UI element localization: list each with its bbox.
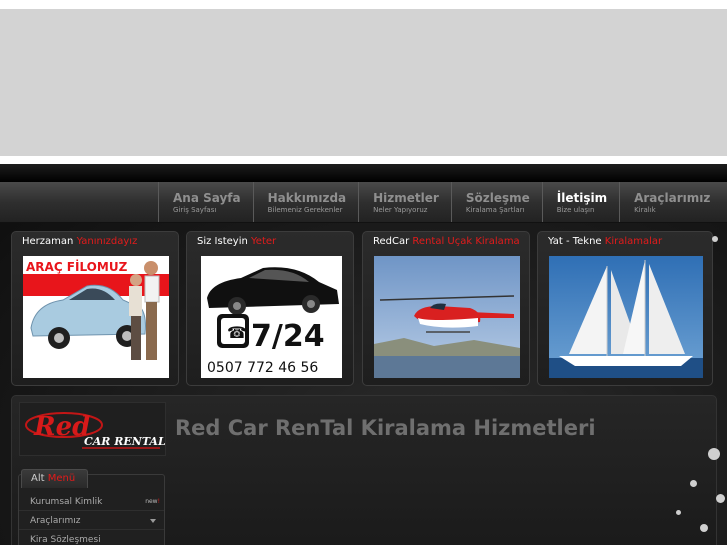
box-title-white: Herzaman (22, 236, 74, 247)
box-title-white: Siz Isteyin (197, 236, 248, 247)
decorative-splatter (676, 510, 681, 515)
decorative-splatter (690, 480, 697, 487)
top-strip (0, 164, 727, 182)
new-badge-text: new (145, 498, 158, 505)
menu-item-label: Kira Sözleşmesi (30, 535, 101, 545)
fleet-car-illustration: ARAÇ FİLOMUZ (23, 256, 169, 378)
nav-item-hizmetler[interactable]: Hizmetler Neler Yapıyoruz (358, 182, 451, 222)
fleet-image[interactable]: ARAÇ FİLOMUZ (23, 256, 169, 378)
nav-item-hakkimizda[interactable]: Hakkımızda Bilemeniz Gerekenler (252, 182, 359, 222)
nav-title: Ana Sayfa (173, 191, 241, 205)
menu-item-kira-sozlesmesi[interactable]: Kira Sözleşmesi (19, 531, 164, 545)
box-title-red: Rental Uçak Kiralama (412, 236, 520, 247)
feature-box-aircraft: RedCar Rental Uçak Kiralama (362, 231, 530, 386)
box-title-red: Kiralamalar (604, 236, 663, 247)
box-title-white: RedCar (373, 236, 410, 247)
menu-item-label: Araçlarımız (30, 516, 81, 526)
new-badge: new! (145, 493, 160, 511)
decorative-splatter (716, 494, 725, 503)
feature-box-yacht: Yat - Tekne Kiralamalar (537, 231, 713, 386)
sailboat-photo (549, 256, 703, 378)
box-title-white: Yat - Tekne (548, 236, 602, 247)
nav-subtitle: Giriş Sayfası (173, 206, 217, 214)
sub-menu-tab-red: Menü (47, 473, 76, 484)
nav-subtitle: Bilemeniz Gerekenler (267, 206, 343, 214)
nav-item-araclarimiz[interactable]: Araçlarımız Kiralık (619, 182, 722, 222)
aircraft-rental-image[interactable] (374, 256, 520, 378)
page-headline: Red Car RenTal Kiralama Hizmetleri (175, 416, 596, 440)
nav-item-ana-sayfa[interactable]: Ana Sayfa Giriş Sayfası (158, 182, 253, 222)
nav-item-iletisim[interactable]: İletişim Bize ulaşın (541, 182, 619, 222)
feature-box-24-7: Siz Isteyin Yeter ☎ 7/24 0507 772 46 56 (186, 231, 354, 386)
nav-subtitle: Kiralık (634, 206, 656, 214)
sub-menu-tab: Alt Menü (21, 469, 89, 488)
box-title: Yat - Tekne Kiralamalar (548, 236, 662, 247)
box-title: Siz Isteyin Yeter (197, 236, 276, 247)
decorative-splatter (712, 236, 718, 242)
nav-subtitle: Bize ulaşın (556, 206, 595, 214)
box-title-red: Yeter (251, 236, 277, 247)
menu-item-kurumsal-kimlik[interactable]: Kurumsal Kimlik new! (19, 493, 164, 511)
yacht-rental-image[interactable] (549, 256, 703, 378)
sub-menu: Alt Menü Kurumsal Kimlik new! Araçlarımı… (18, 469, 165, 545)
nav-subtitle: Kiralama Şartları (465, 206, 525, 214)
feature-box-fleet: Herzaman Yanınızdayız ARAÇ FİLOMUZ (11, 231, 179, 386)
new-badge-mark: ! (157, 498, 160, 505)
nav-title: İletişim (556, 191, 608, 205)
nav-title: Hakkımızda (267, 191, 347, 205)
site-logo[interactable]: Red CAR RENTAL (19, 402, 166, 456)
fleet-image-label: ARAÇ FİLOMUZ (26, 259, 128, 274)
main-navigation: Ana Sayfa Giriş Sayfası Hakkımızda Bilem… (0, 182, 727, 223)
top-banner-placeholder (0, 9, 727, 156)
box-title: Herzaman Yanınızdayız (22, 236, 137, 247)
nav-title: Araçlarımız (634, 191, 711, 205)
phone-icon: ☎ (227, 323, 247, 342)
helicopter-photo (374, 256, 520, 378)
chevron-down-icon (150, 519, 156, 523)
red-car-rental-logo: Red CAR RENTAL (25, 412, 166, 449)
service-24-7-image[interactable]: ☎ 7/24 0507 772 46 56 (201, 256, 342, 378)
logo-red-text: Red (33, 412, 90, 442)
nav-title: Hizmetler (373, 191, 439, 205)
nav-title: Sözleşme (465, 191, 530, 205)
decorative-splatter (708, 448, 720, 460)
sub-menu-tab-white: Alt (31, 473, 45, 484)
nav-item-sozlesme[interactable]: Sözleşme Kiralama Şartları (450, 182, 542, 222)
phone-number-text: 0507 772 46 56 (207, 360, 318, 376)
logo-white-text: CAR RENTAL (84, 435, 165, 448)
menu-item-araclarimiz[interactable]: Araçlarımız (19, 512, 164, 530)
service-hours-text: 7/24 (251, 319, 325, 354)
nav-subtitle: Neler Yapıyoruz (373, 206, 428, 214)
box-title: RedCar Rental Uçak Kiralama (373, 236, 520, 247)
box-title-red: Yanınızdayız (76, 236, 138, 247)
nav-list: Ana Sayfa Giriş Sayfası Hakkımızda Bilem… (158, 182, 722, 222)
content-panel: Red CAR RENTAL Red Car RenTal Kiralama H… (11, 395, 717, 545)
site-body: Ana Sayfa Giriş Sayfası Hakkımızda Bilem… (0, 164, 727, 545)
banner-gap (0, 156, 727, 164)
menu-item-label: Kurumsal Kimlik (30, 497, 103, 507)
black-car-phone-illustration: ☎ 7/24 0507 772 46 56 (201, 256, 342, 378)
decorative-splatter (700, 524, 708, 532)
